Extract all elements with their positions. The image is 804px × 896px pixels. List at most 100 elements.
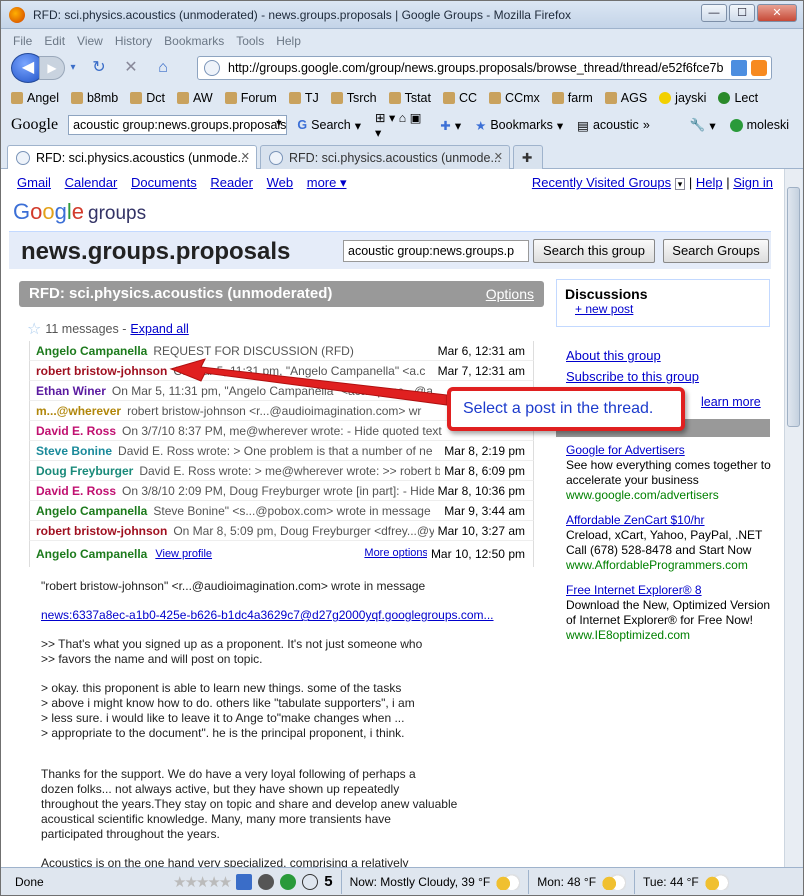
rss-icon[interactable] — [751, 60, 767, 76]
menu-bookmarks[interactable]: Bookmarks — [164, 34, 224, 48]
bookmark-item[interactable]: Angel — [11, 91, 59, 105]
link-help[interactable]: Help — [696, 175, 723, 190]
more-options-link[interactable]: More options — [364, 547, 428, 559]
bookmark-item[interactable]: AW — [177, 91, 213, 105]
search-groups-button[interactable]: Search Groups — [663, 239, 769, 263]
message-row[interactable]: Doug Freyburger David E. Ross wrote: > me… — [29, 461, 534, 481]
bookmark-item[interactable]: CC — [442, 91, 477, 105]
message-row[interactable]: robert bristow-johnson On Mar 5, 11:31 pm… — [29, 361, 534, 381]
message-author[interactable]: Angelo Campanella — [36, 344, 147, 358]
message-ref-link[interactable]: news:6337a8ec-a1b0-425e-b626-b1dc4a3629c… — [41, 608, 494, 622]
message-author[interactable]: Steve Bonine — [36, 444, 112, 458]
close-tab-icon[interactable]: ✕ — [494, 150, 503, 163]
address-bar[interactable]: http://groups.google.com/group/news.grou… — [197, 56, 772, 80]
weather-now[interactable]: Now: Mostly Cloudy, 39 °F — [340, 869, 529, 894]
maximize-button[interactable]: ☐ — [729, 4, 755, 22]
toolbar-user[interactable]: moleski — [729, 118, 789, 132]
link-calendar[interactable]: Calendar — [65, 175, 118, 190]
bookmark-item[interactable]: Lect — [718, 91, 758, 105]
chevron-down-icon[interactable]: ▼ — [275, 118, 284, 128]
link-documents[interactable]: Documents — [131, 175, 197, 190]
tab-second[interactable]: RFD: sci.physics.acoustics (unmode... ✕ — [260, 145, 510, 169]
message-author[interactable]: Doug Freyburger — [36, 464, 133, 478]
toolbar-bookmarks-button[interactable]: ★ Bookmarks ▾ — [475, 118, 563, 133]
info-icon[interactable] — [731, 60, 747, 76]
ad-title[interactable]: Google for Advertisers — [566, 443, 685, 457]
close-button[interactable]: ✕ — [757, 4, 797, 22]
tab-active[interactable]: RFD: sci.physics.acoustics (unmode... ✕ — [7, 145, 257, 169]
close-tab-icon[interactable]: ✕ — [241, 150, 250, 163]
link-reader[interactable]: Reader — [210, 175, 253, 190]
home-icon[interactable]: ⌂ — [151, 56, 175, 80]
message-author[interactable]: robert bristow-johnson — [36, 524, 167, 538]
menu-edit[interactable]: Edit — [44, 34, 65, 48]
toolbar-tools-icons[interactable]: ⊞ ▾ ⌂ ▣ ▾ — [375, 110, 426, 140]
new-post-link[interactable]: + new post — [575, 302, 633, 316]
weather-mon[interactable]: Mon: 48 °F — [528, 869, 634, 894]
vertical-scrollbar[interactable] — [784, 169, 802, 867]
bookmark-item[interactable]: Tsrch — [330, 91, 377, 105]
ad-url[interactable]: www.google.com/advertisers — [566, 488, 719, 502]
message-row[interactable]: robert bristow-johnson On Mar 8, 5:09 pm,… — [29, 521, 534, 541]
extension-icon[interactable] — [236, 873, 253, 890]
about-group-link[interactable]: About this group — [566, 348, 661, 363]
group-name[interactable]: news.groups.proposals — [21, 238, 290, 266]
bookmark-item[interactable]: jayski — [659, 91, 706, 105]
bookmark-item[interactable]: Dct — [130, 91, 165, 105]
stop-icon[interactable]: ✕ — [119, 56, 143, 80]
ad-url[interactable]: www.AffordableProgrammers.com — [566, 558, 748, 572]
weather-tue[interactable]: Tue: 44 °F — [634, 869, 737, 894]
toolbar-acoustic-button[interactable]: ▤ acoustic » — [577, 118, 650, 133]
bookmark-item[interactable]: Forum — [224, 91, 277, 105]
bookmark-item[interactable]: TJ — [288, 91, 319, 105]
message-author[interactable]: David E. Ross — [36, 424, 116, 438]
link-sign-in[interactable]: Sign in — [733, 175, 773, 190]
clock-icon[interactable] — [302, 873, 319, 890]
bookmark-item[interactable]: CCmx — [489, 91, 540, 105]
menu-help[interactable]: Help — [276, 34, 301, 48]
bookmark-item[interactable]: Tstat — [388, 91, 431, 105]
status-green-icon[interactable] — [280, 873, 297, 890]
group-search-input[interactable]: acoustic group:news.groups.p — [343, 240, 529, 262]
message-author[interactable]: Angelo Campanella — [36, 547, 147, 561]
view-profile-link[interactable]: View profile — [155, 548, 212, 560]
reload-icon[interactable]: ↻ — [87, 56, 111, 80]
history-dropdown-icon[interactable]: ▾ — [67, 56, 79, 80]
scrollbar-thumb[interactable] — [787, 187, 800, 427]
bug-icon[interactable] — [258, 873, 275, 890]
recent-dropdown-icon[interactable]: ▾ — [674, 178, 686, 190]
bookmark-item[interactable]: AGS — [604, 91, 647, 105]
message-row[interactable]: Angelo Campanella REQUEST FOR DISCUSSION … — [29, 341, 534, 361]
search-this-group-button[interactable]: Search this group — [533, 239, 655, 263]
ad-title[interactable]: Affordable ZenCart $10/hr — [566, 513, 705, 527]
message-author[interactable]: m...@wherever — [36, 404, 121, 418]
menu-tools[interactable]: Tools — [236, 34, 264, 48]
menu-history[interactable]: History — [115, 34, 152, 48]
open-message-header[interactable]: Angelo Campanella View profile More opti… — [29, 541, 534, 567]
message-author[interactable]: Angelo Campanella — [36, 504, 147, 518]
link-gmail[interactable]: Gmail — [17, 175, 51, 190]
menu-view[interactable]: View — [77, 34, 103, 48]
link-recent-groups[interactable]: Recently Visited Groups — [532, 175, 671, 190]
toolbar-plus-button[interactable]: ✚ ▾ — [440, 118, 461, 133]
toolbar-search-button[interactable]: G Search ▾ — [297, 118, 361, 133]
message-row[interactable]: Angelo Campanella Steve Bonine" <s...@pob… — [29, 501, 534, 521]
message-row[interactable]: David E. Ross On 3/8/10 2:09 PM, Doug Fre… — [29, 481, 534, 501]
link-more[interactable]: more ▾ — [307, 175, 347, 190]
menu-file[interactable]: File — [13, 34, 32, 48]
message-author[interactable]: Ethan Winer — [36, 384, 106, 398]
bookmark-item[interactable]: b8mb — [70, 91, 118, 105]
forward-button[interactable]: ▶ — [39, 56, 65, 80]
star-icon[interactable]: ☆ — [27, 319, 41, 339]
toolbar-settings-button[interactable]: 🔧 ▾ — [690, 118, 716, 133]
message-author[interactable]: robert bristow-johnson — [36, 364, 167, 378]
bookmark-item[interactable]: farm — [551, 91, 593, 105]
link-web[interactable]: Web — [267, 175, 294, 190]
ad-url[interactable]: www.IE8optimized.com — [566, 628, 690, 642]
rating-stars[interactable]: ★★★★★ — [173, 873, 232, 891]
options-link[interactable]: Options — [486, 286, 534, 302]
new-tab-button[interactable]: ✚ — [513, 145, 543, 169]
message-author[interactable]: David E. Ross — [36, 484, 116, 498]
subscribe-link[interactable]: Subscribe to this group — [566, 369, 699, 384]
learn-more-link[interactable]: learn more — [701, 395, 761, 409]
